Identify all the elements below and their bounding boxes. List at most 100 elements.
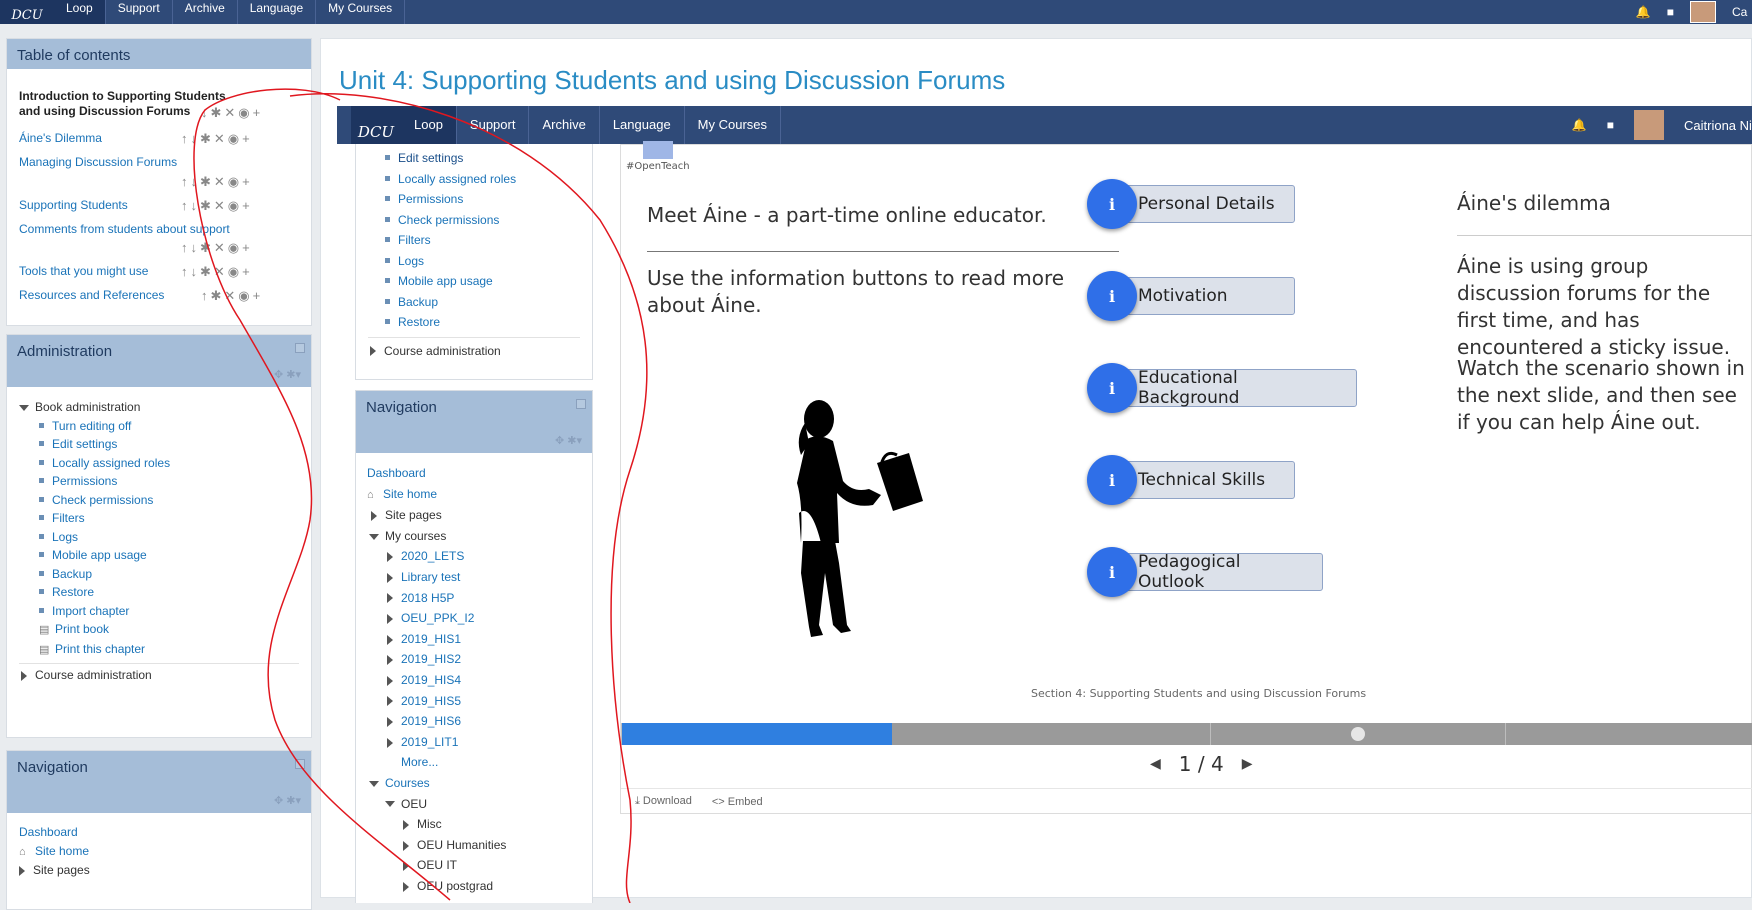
admin-item[interactable]: Check permissions	[19, 491, 311, 510]
side-paragraph-2: Watch the scenario shown in the next sli…	[1457, 356, 1745, 434]
slide-caption: Section 4: Supporting Students and using…	[1031, 687, 1367, 700]
toc-link[interactable]: Tools that you might use	[19, 264, 148, 278]
info-icon: i	[1087, 271, 1137, 321]
course-link: 2019_HIS2	[401, 652, 462, 667]
admin-link[interactable]: Mobile app usage	[52, 548, 147, 562]
chat-icon[interactable]: ■	[1667, 5, 1674, 19]
toc-edit-icons[interactable]: ↑↓✱✕◉+	[181, 264, 253, 280]
embed-button[interactable]: <> Embed	[712, 796, 763, 808]
nav-language[interactable]: Language	[238, 0, 317, 24]
nav-site-home[interactable]: ⌂ Site home	[19, 842, 311, 862]
toc-link[interactable]: Áine's Dilemma	[19, 131, 102, 145]
nav-loop[interactable]: Loop	[54, 0, 106, 24]
toc-edit-icons[interactable]: ↑↓✱✕◉+	[181, 174, 253, 190]
next-slide-icon[interactable]: ▶	[1242, 756, 1253, 772]
toc-edit-icons[interactable]: ↑↓✱✕◉+	[181, 240, 253, 256]
technical-skills-button[interactable]: i Technical Skills	[1087, 455, 1295, 505]
toc-link[interactable]: Comments from students about support	[19, 222, 230, 236]
slide-heading: Meet Áine - a part-time online educator.	[647, 203, 1047, 227]
embed-label: Embed	[727, 795, 763, 808]
embedded-admin-link: Edit settings	[398, 151, 464, 165]
admin-link[interactable]: Import chapter	[52, 604, 129, 618]
prev-slide-icon[interactable]: ◀	[1150, 756, 1161, 772]
print-book-item[interactable]: ▤ Print book	[19, 620, 311, 640]
embedded-course-item: OEU_PPK_I2	[367, 608, 592, 629]
nav-archive[interactable]: Archive	[173, 0, 238, 24]
admin-link[interactable]: Locally assigned roles	[52, 456, 170, 470]
bell-icon[interactable]: 🔔	[1636, 5, 1651, 19]
admin-link[interactable]: Filters	[52, 511, 85, 525]
toc-edit-icons[interactable]: ↑↓✱✕◉+	[181, 131, 253, 147]
toc-link[interactable]: Resources and References	[19, 288, 164, 302]
embedded-admin-link: Permissions	[398, 192, 464, 206]
toc-item-managing[interactable]: Managing Discussion Forums	[19, 155, 177, 170]
embedded-nav-loop: Loop	[401, 106, 457, 144]
expand-icon	[370, 346, 376, 357]
dashboard-link[interactable]: Dashboard	[19, 825, 78, 839]
nav-site-pages[interactable]: Site pages	[19, 861, 311, 880]
admin-link[interactable]: Turn editing off	[52, 419, 131, 433]
admin-item[interactable]: Turn editing off	[19, 417, 311, 436]
print-chapter-item[interactable]: ▤ Print this chapter	[19, 640, 311, 660]
admin-item[interactable]: Filters	[19, 509, 311, 528]
progress-divider	[1505, 723, 1506, 745]
bell-icon: 🔔	[1571, 118, 1587, 132]
toc-item-comments[interactable]: Comments from students about support	[19, 222, 230, 237]
site-home-link[interactable]: Site home	[35, 844, 89, 858]
h5p-footer: ⤓ Download <> Embed	[621, 788, 1752, 814]
admin-item[interactable]: Mobile app usage	[19, 546, 311, 565]
block-controls-icon[interactable]: ✥ ✱▾	[274, 794, 301, 807]
toc-item-tools[interactable]: Tools that you might use	[19, 264, 148, 279]
admin-item[interactable]: Edit settings	[19, 435, 311, 454]
admin-link[interactable]: Backup	[52, 567, 92, 581]
admin-item[interactable]: Permissions	[19, 472, 311, 491]
download-button[interactable]: ⤓ Download	[635, 795, 692, 808]
openteach-logo-icon	[643, 141, 673, 159]
avatar[interactable]	[1690, 1, 1716, 23]
toc-link[interactable]: Managing Discussion Forums	[19, 155, 177, 169]
progress-marker[interactable]	[1351, 727, 1365, 741]
embedded-more-link: More...	[367, 752, 592, 773]
toc-link[interactable]: Supporting Students	[19, 198, 128, 212]
motivation-button[interactable]: i Motivation	[1087, 271, 1295, 321]
nav-support[interactable]: Support	[106, 0, 173, 24]
admin-link[interactable]: Edit settings	[52, 437, 117, 451]
embedded-oeu-item: Misc	[367, 814, 592, 835]
personal-details-button[interactable]: i Personal Details	[1087, 179, 1295, 229]
admin-link[interactable]: Permissions	[52, 474, 117, 488]
collapse-icon[interactable]	[295, 343, 305, 353]
admin-item[interactable]: Import chapter	[19, 602, 311, 621]
print-chapter-link[interactable]: Print this chapter	[55, 642, 145, 656]
admin-item[interactable]: Restore	[19, 583, 311, 602]
admin-item[interactable]: Backup	[19, 565, 311, 584]
admin-link[interactable]: Restore	[52, 585, 94, 599]
expand-icon	[385, 801, 395, 808]
educational-background-button[interactable]: i Educational Background	[1087, 363, 1357, 413]
print-book-link[interactable]: Print book	[55, 622, 109, 636]
toc-edit-icons[interactable]: ↓✱✕◉+	[201, 105, 263, 121]
toc-item-supporting[interactable]: Supporting Students	[19, 198, 128, 213]
progress-divider	[621, 723, 622, 745]
course-admin-item[interactable]: Course administration	[7, 668, 311, 682]
embedded-admin-panel: Edit settings Locally assigned roles Per…	[355, 144, 593, 380]
toc-item-dilemma[interactable]: Áine's Dilemma	[19, 131, 102, 146]
admin-link[interactable]: Check permissions	[52, 493, 153, 507]
toc-edit-icons[interactable]: ↑↓✱✕◉+	[181, 198, 253, 214]
nav-my-courses[interactable]: My Courses	[316, 0, 406, 24]
book-admin-item[interactable]: Book administration	[19, 398, 311, 417]
toc-edit-icons[interactable]: ↑✱✕◉+	[201, 288, 263, 304]
user-name[interactable]: Ca	[1732, 5, 1752, 19]
admin-link[interactable]: Logs	[52, 530, 78, 544]
collapse-icon[interactable]	[295, 759, 305, 769]
admin-item[interactable]: Locally assigned roles	[19, 454, 311, 473]
dcu-logo: DCU	[351, 106, 401, 144]
slide-progress-bar[interactable]	[621, 723, 1752, 745]
nav-dashboard[interactable]: Dashboard	[19, 823, 311, 842]
admin-item[interactable]: Logs	[19, 528, 311, 547]
home-icon: ⌂	[19, 845, 26, 858]
toc-item-resources[interactable]: Resources and References	[19, 288, 164, 303]
block-controls-icon[interactable]: ✥ ✱▾	[274, 368, 301, 381]
dcu-logo[interactable]: DCU	[0, 0, 54, 24]
embedded-admin-link: Mobile app usage	[398, 274, 493, 288]
pedagogical-outlook-button[interactable]: i Pedagogical Outlook	[1087, 547, 1323, 597]
